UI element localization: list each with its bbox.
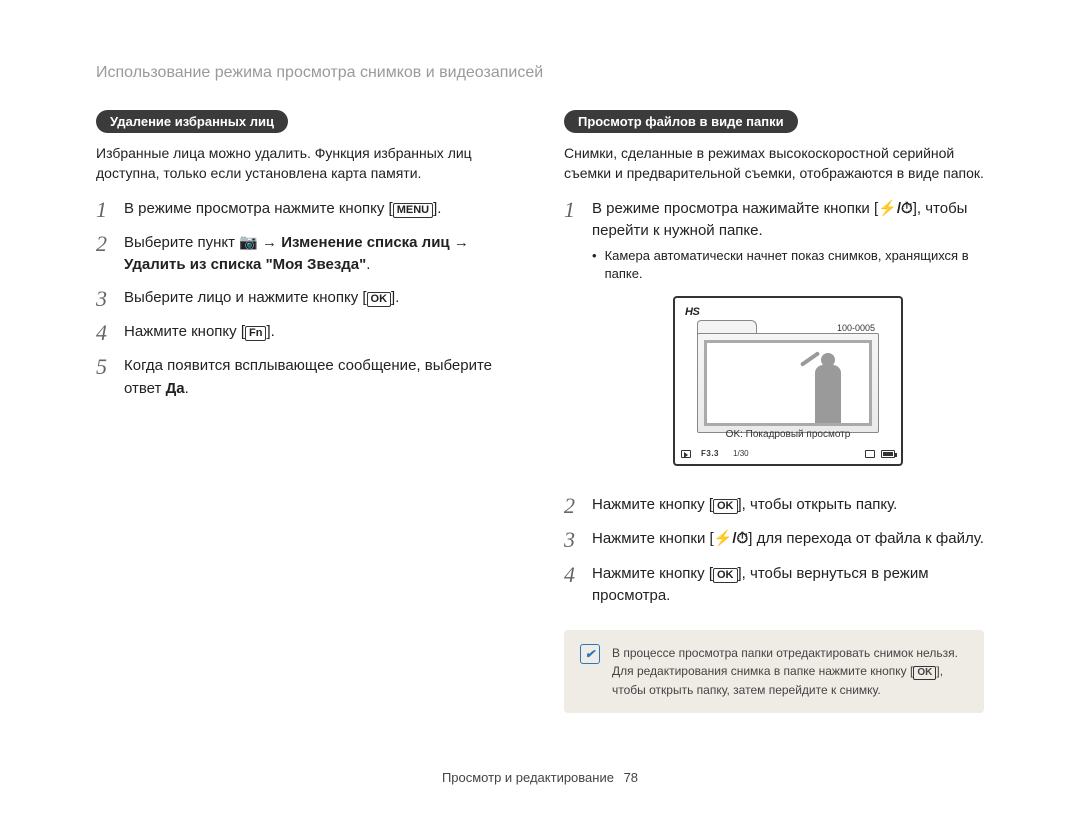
ok-key-icon: OK — [367, 292, 392, 307]
arrow-icon: → — [450, 234, 469, 251]
figure-ok-hint: OK: Покадровый просмотр — [675, 427, 901, 442]
step-text: В режиме просмотра нажмите кнопку [ — [124, 200, 393, 217]
camera-preview-figure: HS 100-0005 OK — [673, 296, 903, 466]
playback-mode-icon — [681, 450, 691, 458]
left-step-3: 3 Выберите лицо и нажмите кнопку [OK]. — [96, 287, 516, 311]
step-number: 4 — [564, 563, 592, 587]
ok-key-icon: OK — [713, 568, 738, 583]
step-number: 3 — [564, 528, 592, 552]
menu-key-icon: MENU — [393, 203, 433, 218]
step-number: 2 — [96, 232, 124, 256]
breadcrumb: Использование режима просмотра снимков и… — [96, 64, 984, 82]
aperture-value: F3.3 — [701, 448, 719, 460]
footer-section: Просмотр и редактирование — [442, 770, 614, 785]
right-step-2: 2 Нажмите кнопку [OK], чтобы открыть пап… — [564, 494, 984, 518]
step-sub-bullet: Камера автоматически начнет показ снимко… — [592, 247, 984, 285]
step-number: 3 — [96, 287, 124, 311]
info-icon: ✔ — [580, 644, 600, 664]
step-text: Выберите лицо и нажмите кнопку [ — [124, 289, 367, 306]
section-tag-folder-view: Просмотр файлов в виде папки — [564, 110, 798, 133]
right-step-4: 4 Нажмите кнопку [OK], чтобы вернуться в… — [564, 563, 984, 608]
folder-tab-icon — [697, 320, 757, 334]
page-footer: Просмотр и редактирование 78 — [0, 770, 1080, 785]
photo-thumbnail — [704, 340, 872, 426]
step-number: 4 — [96, 321, 124, 345]
fn-key-icon: Fn — [245, 326, 266, 341]
step-text: . — [185, 380, 189, 397]
note-body: В процессе просмотра папки отредактирова… — [612, 644, 968, 700]
info-note: ✔ В процессе просмотра папки отредактиро… — [564, 630, 984, 714]
battery-icon — [881, 450, 895, 458]
step-number: 1 — [96, 198, 124, 222]
left-step-1: 1 В режиме просмотра нажмите кнопку [MEN… — [96, 198, 516, 222]
flash-timer-keys-icon: ⚡/⏱ — [878, 200, 913, 217]
intro-folder-view: Снимки, сделанные в режимах высокоскорос… — [564, 143, 984, 184]
right-step-3: 3 Нажмите кнопки [⚡/⏱] для перехода от ф… — [564, 528, 984, 552]
step-text: Нажмите кнопку [ — [592, 496, 713, 513]
step-text: ]. — [391, 289, 399, 306]
step-text: В режиме просмотра нажимайте кнопки [ — [592, 200, 878, 217]
step-text: ], чтобы открыть папку. — [738, 496, 898, 513]
flash-timer-keys-icon: ⚡/⏱ — [714, 530, 749, 547]
step-text: Нажмите кнопку [ — [592, 565, 713, 582]
bullet-text: Камера автоматически начнет показ снимко… — [605, 247, 984, 285]
step-text: ]. — [266, 323, 274, 340]
memory-card-icon — [865, 450, 875, 458]
intro-delete-faces: Избранные лица можно удалить. Функция из… — [96, 143, 516, 184]
step-number: 1 — [564, 198, 592, 222]
step-text: ]. — [433, 200, 441, 217]
page-number: 78 — [624, 770, 638, 785]
menu-item-edit-face-list: Изменение списка лиц — [281, 234, 449, 251]
dialog-yes: Да — [166, 380, 185, 397]
ok-key-icon: OK — [913, 666, 936, 680]
step-text: Нажмите кнопку [ — [124, 323, 245, 340]
note-text: В процессе просмотра папки отредактирова… — [612, 646, 958, 679]
step-number: 2 — [564, 494, 592, 518]
step-text: ] для перехода от файла к файлу. — [748, 530, 984, 547]
person-silhouette-icon — [805, 353, 851, 423]
left-column: Удаление избранных лиц Избранные лица мо… — [96, 110, 516, 713]
step-text: Выберите пункт — [124, 234, 239, 251]
step-text: Нажмите кнопки [ — [592, 530, 714, 547]
hs-mode-label: HS — [685, 304, 699, 321]
left-step-5: 5 Когда появится всплывающее сообщение, … — [96, 355, 516, 400]
right-step-1: 1 В режиме просмотра нажимайте кнопки [⚡… — [564, 198, 984, 485]
ok-key-icon: OK — [713, 499, 738, 514]
step-number: 5 — [96, 355, 124, 379]
frame-index: 1/30 — [733, 448, 749, 460]
left-step-4: 4 Нажмите кнопку [Fn]. — [96, 321, 516, 345]
folder-body — [697, 333, 879, 433]
camera-menu-icon: 📷 — [239, 234, 258, 251]
section-tag-delete-faces: Удаление избранных лиц — [96, 110, 288, 133]
menu-item-remove-my-star: Удалить из списка "Моя Звезда" — [124, 256, 366, 273]
right-column: Просмотр файлов в виде папки Снимки, сде… — [564, 110, 984, 713]
step-text: . — [366, 256, 370, 273]
left-step-2: 2 Выберите пункт 📷 → Изменение списка ли… — [96, 232, 516, 277]
arrow-icon: → — [258, 234, 281, 251]
